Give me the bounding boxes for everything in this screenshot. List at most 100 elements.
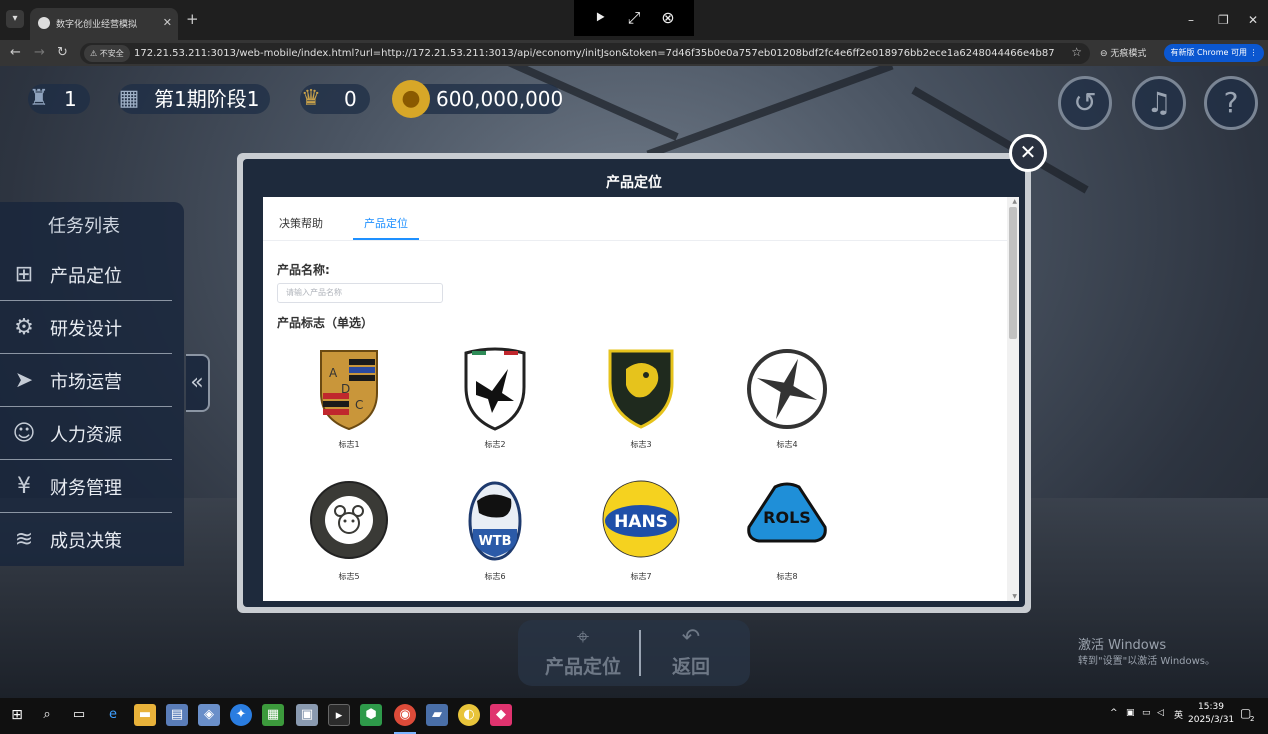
task-view-icon[interactable]: ▭ — [68, 704, 90, 726]
document-app-icon[interactable]: ▤ — [166, 704, 188, 726]
remote-control-bar: ⯈ ⤢ ⊗ — [574, 0, 694, 36]
hud-period-value: 第1期阶段1 — [154, 87, 260, 111]
sidebar-item-finance[interactable]: ¥ 财务管理 — [0, 461, 172, 513]
logo-caption: 标志4 — [776, 440, 798, 449]
window-close-icon[interactable]: ✕ — [1248, 14, 1258, 26]
edge-browser-icon[interactable]: e — [102, 704, 124, 726]
windows-start-icon[interactable]: ⊞ — [6, 704, 28, 726]
sidebar-item-member-decision[interactable]: ≋ 成员决策 — [0, 514, 172, 566]
sidebar-item-product-positioning[interactable]: ⊞ 产品定位 — [0, 249, 172, 301]
forward-icon[interactable]: → — [34, 45, 45, 61]
minimize-icon[interactable]: – — [1188, 14, 1194, 26]
reload-icon[interactable]: ↻ — [57, 45, 68, 61]
sidebar-item-label: 市场运营 — [50, 372, 122, 393]
eagle-shield-icon — [464, 347, 526, 431]
remote-app-icon[interactable]: ▰ — [426, 704, 448, 726]
bear-badge-icon — [310, 481, 388, 559]
back-icon[interactable]: ← — [10, 45, 21, 61]
url-text[interactable]: 172.21.53.211:3013/web-mobile/index.html… — [134, 46, 1054, 61]
sidebar-item-rd-design[interactable]: ⚙ 研发设计 — [0, 302, 172, 354]
scroll-up-icon[interactable]: ▲ — [1012, 198, 1017, 205]
notification-button[interactable]: ♫ — [1132, 76, 1186, 130]
tab-search-button[interactable]: ▾ — [6, 10, 24, 28]
pink-app-icon[interactable]: ◆ — [490, 704, 512, 726]
blue-app-icon[interactable]: ✦ — [230, 704, 252, 726]
green-app-icon[interactable]: ⬢ — [360, 704, 382, 726]
security-chip[interactable]: ⚠ 不安全 — [84, 45, 130, 62]
bell-icon: ♫ — [1146, 86, 1172, 119]
restore-icon[interactable]: ❐ — [1218, 14, 1229, 26]
person-icon: ☺ — [12, 421, 36, 446]
volume-icon[interactable]: ◁ — [1157, 708, 1164, 718]
search-icon[interactable]: ⌕ — [36, 704, 58, 726]
network-icon[interactable]: ▭ — [1142, 708, 1151, 718]
back-label: 返回 — [671, 656, 710, 678]
reply-arrow-icon: ↶ — [681, 625, 701, 650]
file-explorer-icon[interactable]: ▬ — [134, 704, 156, 726]
tab-product-positioning[interactable]: 产品定位 — [364, 215, 408, 231]
tab-decision-help[interactable]: 决策帮助 — [279, 215, 323, 231]
map-pin-icon: ⌖ — [576, 625, 590, 650]
coin-icon: ● — [392, 80, 430, 118]
scroll-down-icon[interactable]: ▼ — [1012, 593, 1017, 600]
logo-option-1[interactable]: A D C 标志1 — [289, 347, 409, 457]
logo-option-2[interactable]: 标志2 — [435, 347, 555, 457]
logo-caption: 标志7 — [630, 572, 652, 581]
tray-chevron-up-icon[interactable]: ^ — [1110, 708, 1118, 718]
bookmark-star-icon[interactable]: ☆ — [1071, 45, 1082, 59]
product-positioning-button[interactable]: ⌖ 产品定位 — [528, 624, 638, 682]
folder-app-icon[interactable]: ▣ — [296, 704, 318, 726]
modal-scrollbar[interactable]: ▲ ▼ — [1007, 197, 1019, 601]
tray-app-icon[interactable]: ▣ — [1126, 708, 1135, 718]
omnibox[interactable]: ⚠ 不安全 172.21.53.211:3013/web-mobile/inde… — [80, 43, 1090, 64]
sidebar-collapse-button[interactable]: « — [186, 354, 210, 412]
history-icon: ↺ — [1073, 86, 1097, 119]
trophy-icon: ♛ — [301, 86, 321, 111]
logo-option-3[interactable]: 标志3 — [581, 347, 701, 457]
tab-close-icon[interactable]: ✕ — [163, 16, 172, 29]
paper-plane-icon: ➤ — [14, 368, 34, 393]
browser-tabbar: ▾ 数字化创业经营模拟 ✕ + ⯈ ⤢ ⊗ – ❐ ✕ — [0, 0, 1268, 40]
chrome-icon[interactable]: ◉ — [394, 704, 416, 726]
help-icon: ? — [1223, 86, 1239, 119]
logo-option-5[interactable]: 标志5 — [289, 479, 409, 589]
clock-date[interactable]: 2025/3/31 — [1188, 715, 1234, 725]
sidebar-item-hr[interactable]: ☺ 人力资源 — [0, 408, 172, 460]
chrome-update-button[interactable]: 有新版 Chrome 可用 ⋮ — [1164, 44, 1264, 62]
pin-icon[interactable]: ⯈ — [590, 8, 610, 28]
sidebar-item-label: 研发设计 — [50, 319, 122, 340]
hud-period: ▦ 第1期阶段1 — [118, 84, 270, 114]
modal-body: 决策帮助 产品定位 产品名称: 请输入产品名称 产品标志（单选） A D C 标… — [263, 197, 1019, 601]
svg-text:A: A — [329, 366, 338, 380]
modal-close-button[interactable]: ✕ — [1009, 134, 1047, 172]
yellow-app-icon[interactable]: ◐ — [458, 704, 480, 726]
back-button[interactable]: ↶ 返回 — [636, 624, 746, 682]
help-button[interactable]: ? — [1204, 76, 1258, 130]
chevron-double-left-icon: « — [190, 370, 204, 395]
layers-icon: ≋ — [14, 527, 34, 552]
sidebar-item-label: 产品定位 — [50, 266, 122, 287]
disconnect-icon[interactable]: ⊗ — [658, 8, 678, 28]
logo-caption: 标志5 — [338, 572, 360, 581]
input-language[interactable]: 英 — [1174, 708, 1183, 721]
product-name-input[interactable]: 请输入产品名称 — [277, 283, 443, 303]
new-tab-button[interactable]: + — [186, 12, 199, 27]
logo-option-6[interactable]: WTB 标志6 — [435, 479, 555, 589]
logo-caption: 标志8 — [776, 572, 798, 581]
logo-option-7[interactable]: HANS 标志7 — [581, 479, 701, 589]
spreadsheet-app-icon[interactable]: ▦ — [262, 704, 284, 726]
ceiling-beam — [646, 66, 894, 159]
sidebar-item-marketing[interactable]: ➤ 市场运营 — [0, 355, 172, 407]
logo-option-8[interactable]: ROLS 标志8 — [727, 479, 847, 589]
browser-tab[interactable]: 数字化创业经营模拟 ✕ — [30, 8, 178, 40]
terminal-icon[interactable]: ▸ — [328, 704, 350, 726]
logo-option-4[interactable]: 标志4 — [727, 347, 847, 457]
network-app-icon[interactable]: ◈ — [198, 704, 220, 726]
lion-shield-icon — [608, 349, 674, 429]
fullscreen-icon[interactable]: ⤢ — [624, 8, 644, 28]
history-button[interactable]: ↺ — [1058, 76, 1112, 130]
clock-time[interactable]: 15:39 — [1198, 702, 1224, 712]
scrollbar-thumb[interactable] — [1009, 207, 1017, 339]
product-positioning-modal: 产品定位 决策帮助 产品定位 产品名称: 请输入产品名称 产品标志（单选） A … — [237, 153, 1031, 613]
browser-addressbar: ← → ↻ ⚠ 不安全 172.21.53.211:3013/web-mobil… — [0, 40, 1268, 66]
